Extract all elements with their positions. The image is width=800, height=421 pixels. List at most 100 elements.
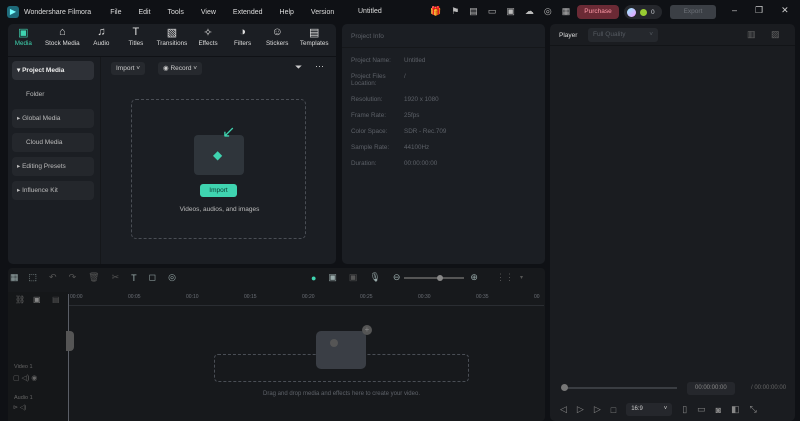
tab-stickers[interactable]: ☺ Stickers: [262, 26, 293, 47]
close-icon[interactable]: ✕: [781, 5, 789, 16]
tab-transitions[interactable]: ▧ Transitions: [155, 26, 189, 47]
key: Color Space:: [351, 128, 388, 135]
track-manager-icon[interactable]: ▤: [52, 295, 60, 304]
tab-effects[interactable]: ✧ Effects: [193, 26, 224, 47]
marker-icon[interactable]: ▯: [682, 404, 687, 415]
snapshot-icon[interactable]: ▣: [349, 272, 358, 283]
current-time[interactable]: 00:00:00:00: [687, 382, 735, 395]
grid-view-icon[interactable]: ▥: [747, 29, 756, 40]
project-info-title: Project Info: [342, 24, 545, 48]
add-icon: +: [362, 325, 372, 335]
player-panel: [550, 24, 795, 421]
sidebar-item-editing-presets[interactable]: ▸ Editing Presets: [12, 157, 94, 176]
undo-icon[interactable]: ↶: [49, 272, 57, 283]
more-icon[interactable]: ⋯: [315, 61, 324, 72]
menu-file[interactable]: File: [110, 9, 121, 16]
tab-titles[interactable]: T Titles: [121, 26, 152, 47]
tab-audio[interactable]: ♫ Audio: [86, 26, 117, 47]
audio-track-label: Audio 1: [14, 395, 33, 401]
text-icon[interactable]: T: [131, 273, 137, 283]
tab-filters[interactable]: ◑ Filters: [227, 26, 258, 47]
layout-icon[interactable]: ▭: [488, 6, 497, 17]
aspect-ratio-dropdown[interactable]: 16:9 ˅: [626, 403, 673, 416]
export-button[interactable]: Export: [670, 5, 716, 19]
filter-sort-icon[interactable]: ⏷: [295, 62, 302, 73]
next-frame-icon[interactable]: ▷: [577, 404, 584, 415]
title-icon: T: [132, 26, 140, 38]
media-icon: ▣: [18, 27, 29, 39]
link-icon[interactable]: ⛓: [15, 295, 25, 304]
sidebar-item-global-media[interactable]: ▸ Global Media: [12, 109, 94, 128]
sidebar-item-project-media[interactable]: ▾ Project Media: [12, 61, 94, 80]
microphone-icon[interactable]: 🎙: [369, 272, 380, 283]
play-icon[interactable]: ▷: [594, 404, 601, 415]
stop-icon[interactable]: □: [611, 405, 616, 415]
crop-icon[interactable]: ◻: [149, 272, 156, 283]
menu-extended[interactable]: Extended: [233, 9, 263, 16]
playhead-handle[interactable]: [66, 331, 74, 351]
add-track-icon[interactable]: ▣: [33, 295, 41, 304]
volume-icon[interactable]: ◧: [731, 404, 740, 415]
save-icon[interactable]: ▣: [506, 6, 515, 17]
timeline-drop-hint: Drag and drop media and effects here to …: [263, 391, 420, 397]
display-icon[interactable]: ▭: [697, 404, 706, 415]
credits-badge[interactable]: 0: [624, 5, 662, 19]
playhead[interactable]: [68, 294, 69, 421]
zoom-in-icon[interactable]: ⊕: [470, 272, 478, 283]
ruler-tick-label: 00:20: [302, 294, 315, 300]
sidebar-item-cloud-media[interactable]: Cloud Media: [12, 133, 94, 152]
menu-tools[interactable]: Tools: [168, 9, 184, 16]
track-lock-icon[interactable]: ▢ ◁) ◉: [13, 374, 37, 382]
timeline-zoom-slider[interactable]: [404, 274, 465, 281]
audio-controls-icon[interactable]: ⊳ ◁): [13, 404, 26, 411]
zoom-slider-handle[interactable]: [437, 274, 444, 281]
tab-label: Stock Media: [44, 40, 80, 47]
sidebar-item-folder[interactable]: Folder: [12, 85, 94, 104]
record-screen-icon[interactable]: ▣: [328, 272, 337, 283]
support-icon[interactable]: ◎: [544, 6, 552, 17]
tab-templates[interactable]: ▤ Templates: [296, 26, 332, 47]
import-dropdown[interactable]: Import ˅: [111, 62, 146, 75]
menu-help[interactable]: Help: [280, 9, 294, 16]
minimize-icon[interactable]: –: [732, 5, 737, 16]
playback-handle[interactable]: [561, 384, 568, 391]
purchase-button[interactable]: Purchase: [577, 5, 619, 19]
layout-grid-icon[interactable]: ▦: [10, 272, 19, 283]
restore-icon[interactable]: ❐: [755, 5, 763, 16]
notes-icon[interactable]: ▤: [469, 6, 478, 17]
select-tool-icon[interactable]: ⬚: [29, 272, 38, 283]
playback-slider[interactable]: [564, 387, 677, 389]
ai-assistant-icon[interactable]: ●: [311, 273, 316, 283]
timeline-ruler[interactable]: 00:00 00:05 00:10 00:15 00:20 00:25 00:30 00:35…: [68, 294, 544, 306]
menu-edit[interactable]: Edit: [138, 9, 150, 16]
cloud-icon[interactable]: ☁: [525, 6, 534, 17]
tab-media[interactable]: ▣ Media: [8, 26, 39, 47]
filter-icon: ◑: [239, 26, 246, 38]
label: Full Quality: [593, 31, 626, 38]
cut-icon[interactable]: ✂: [112, 272, 120, 283]
more-dropdown-icon[interactable]: ▾: [520, 274, 523, 281]
quality-dropdown[interactable]: Full Quality ˅: [588, 28, 658, 42]
speed-icon[interactable]: ◎: [168, 272, 176, 283]
fullscreen-icon[interactable]: ⤡: [750, 404, 757, 415]
zoom-out-icon[interactable]: ⊖: [393, 272, 401, 283]
megaphone-icon[interactable]: ⚑: [451, 6, 459, 17]
track-settings-icon[interactable]: ⋮⋮: [496, 272, 514, 283]
info-row: Color Space: SDR - Rec.709: [351, 128, 536, 135]
apps-icon[interactable]: ▦: [562, 6, 571, 17]
sidebar-item-influence-kit[interactable]: ▸ Influence Kit: [12, 181, 94, 200]
delete-icon[interactable]: 🗑: [88, 272, 99, 283]
gift-icon[interactable]: 🎁: [430, 6, 441, 17]
ruler-tick-label: 00:00: [70, 294, 83, 300]
tab-stock-media[interactable]: ⌂ Stock Media: [43, 26, 82, 47]
menu-version[interactable]: Version: [311, 9, 334, 16]
menu-view[interactable]: View: [201, 9, 216, 16]
snapshot-view-icon[interactable]: ▨: [771, 29, 780, 40]
camera-icon[interactable]: ◙: [716, 405, 721, 415]
media-drop-zone[interactable]: ◆ ↙ Import Videos, audios, and images: [131, 99, 306, 239]
record-dropdown[interactable]: ◉ Record ˅: [158, 62, 203, 75]
prev-frame-icon[interactable]: ◁: [560, 404, 567, 415]
redo-icon[interactable]: ↷: [69, 272, 77, 283]
info-row: Project Files Location: /: [351, 73, 536, 87]
import-button[interactable]: Import: [200, 184, 237, 197]
